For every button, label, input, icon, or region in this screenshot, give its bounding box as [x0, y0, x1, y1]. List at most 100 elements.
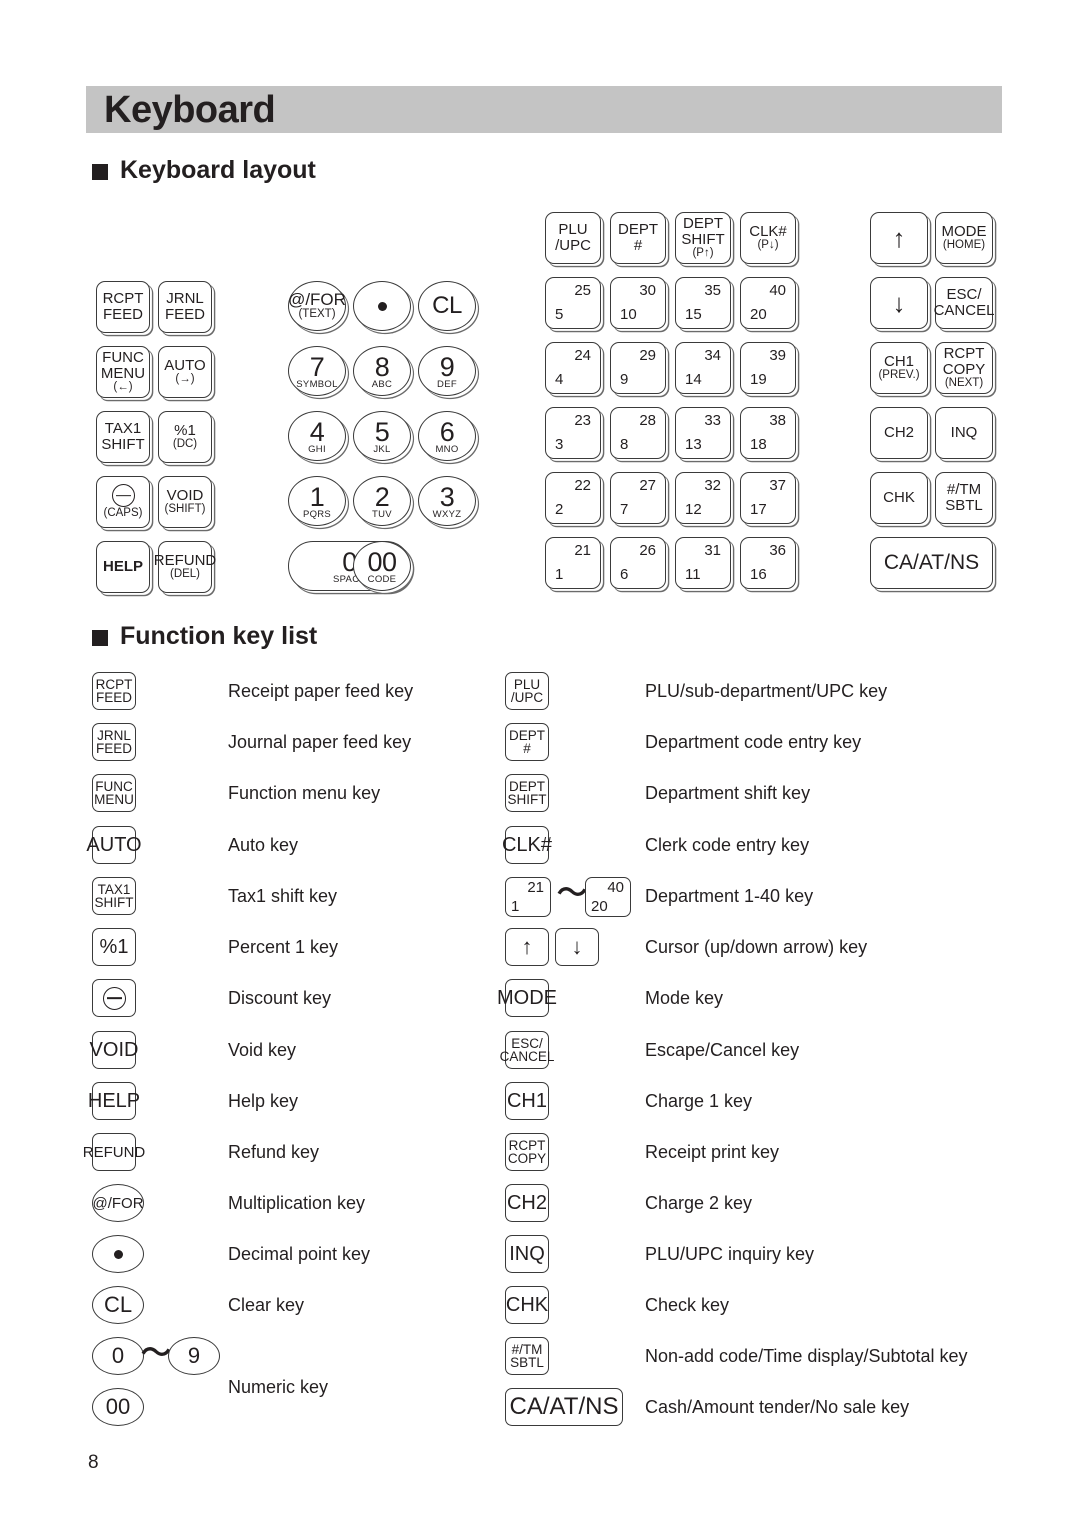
kb-key-void[interactable]: VOID (SHIFT) — [158, 476, 212, 528]
key-label: AUTO — [164, 356, 206, 374]
fkl-key-dept[interactable]: DEPT SHIFT — [505, 774, 549, 812]
fkl-key-arrow-up[interactable]: ↑ — [505, 928, 549, 966]
fkl-key-dot-icon[interactable] — [92, 1235, 144, 1273]
dot-icon — [113, 1249, 123, 1259]
kb-key-dept-20[interactable]: 40 20 — [740, 277, 796, 329]
key-label: REFUND — [153, 551, 217, 569]
kb-key-dept-7[interactable]: 27 7 — [610, 472, 666, 524]
fkl-key-dept[interactable]: DEPT # — [505, 723, 549, 761]
kb-key-chk[interactable]: CHK — [870, 472, 928, 524]
kb-key-dept-11[interactable]: 31 11 — [675, 537, 731, 589]
kb-key-rcpt-copy[interactable]: RCPT COPY (NEXT) — [935, 342, 993, 394]
kb-key-dept-9[interactable]: 29 9 — [610, 342, 666, 394]
kb-key-for[interactable]: @/FOR (TEXT) — [288, 281, 346, 331]
fkl-key-dept-1[interactable]: 21 1 — [505, 877, 551, 917]
kb-key-8[interactable]: 8 ABC — [353, 346, 411, 396]
kb-key-auto[interactable]: AUTO (→) — [158, 346, 212, 398]
fkl-key-tax1[interactable]: TAX1 SHIFT — [92, 877, 136, 915]
fkl-key-refund[interactable]: REFUND — [83, 1133, 145, 1171]
fkl-key-0[interactable]: 0 — [92, 1337, 144, 1375]
kb-key-cl[interactable]: CL — [418, 281, 476, 331]
fkl-key-mode[interactable]: MODE — [497, 979, 557, 1017]
kb-key-7[interactable]: 7 SYMBOL — [288, 346, 346, 396]
fkl-key-9[interactable]: 9 — [168, 1337, 220, 1375]
kb-key-dept-1[interactable]: 21 1 — [545, 537, 601, 589]
kb-key-plu-upc[interactable]: PLU/UPC — [545, 212, 601, 264]
kb-key-ch2[interactable]: CH2 — [870, 407, 928, 459]
kb-key-dept-6[interactable]: 26 6 — [610, 537, 666, 589]
kb-key-help[interactable]: HELP — [96, 541, 150, 593]
kb-key-1[interactable]: %1 (DC) — [158, 411, 212, 463]
kb-key-dept-shift[interactable]: DEPT SHIFT (P↑) — [675, 212, 731, 264]
kb-key-jrnl[interactable]: JRNL FEED — [158, 281, 212, 333]
kb-key-tm-sbtl[interactable]: #/TM SBTL — [935, 472, 993, 524]
kb-key-esc-cancel[interactable]: ESC/CANCEL — [934, 277, 994, 329]
fkl-key-ch2[interactable]: CH2 — [505, 1184, 549, 1222]
key-label: %1 — [99, 936, 129, 958]
kb-key-tax1[interactable]: TAX1 SHIFT — [96, 411, 150, 463]
fkl-key-auto[interactable]: AUTO — [86, 826, 142, 864]
kb-key-dept-16[interactable]: 36 16 — [740, 537, 796, 589]
kb-key-dept-17[interactable]: 37 17 — [740, 472, 796, 524]
kb-key-dept-10[interactable]: 30 10 — [610, 277, 666, 329]
fkl-key-help[interactable]: HELP — [88, 1082, 140, 1120]
fkl-key-cl[interactable]: CL — [92, 1286, 144, 1324]
fkl-key-clk[interactable]: CLK# — [502, 826, 552, 864]
kb-key-dept-5[interactable]: 25 5 — [545, 277, 601, 329]
fkl-key-rcpt[interactable]: RCPT FEED — [92, 672, 136, 710]
key-label: SHIFT — [507, 792, 547, 807]
fkl-key-1[interactable]: %1 — [92, 928, 136, 966]
kb-key-clk-[interactable]: CLK# (P↓) — [740, 212, 796, 264]
kb-key-rcpt[interactable]: RCPT FEED — [96, 281, 150, 333]
fkl-key-circled-minus-icon[interactable] — [92, 979, 136, 1017]
fkl-key-dept-20[interactable]: 40 20 — [585, 877, 631, 917]
kb-key-func[interactable]: FUNC MENU (←) — [96, 346, 150, 398]
fkl-key-ca-at-ns[interactable]: CA/AT/NS — [505, 1388, 623, 1426]
kb-key-dept-8[interactable]: 28 8 — [610, 407, 666, 459]
kb-key-dept[interactable]: DEPT # — [610, 212, 666, 264]
kb-key-dept-13[interactable]: 33 13 — [675, 407, 731, 459]
kb-key-4[interactable]: 4 GHI — [288, 411, 346, 461]
fkl-key-func[interactable]: FUNC MENU — [92, 774, 136, 812]
kb-key-dept-2[interactable]: 22 2 — [545, 472, 601, 524]
fkl-key-00[interactable]: 00 — [92, 1388, 144, 1426]
kb-key-arrow-up[interactable]: ↑ — [870, 212, 928, 264]
kb-key-dept-14[interactable]: 34 14 — [675, 342, 731, 394]
fkl-key-void[interactable]: VOID — [90, 1031, 138, 1069]
kb-key-dept-3[interactable]: 23 3 — [545, 407, 601, 459]
kb-key-6[interactable]: 6 MNO — [418, 411, 476, 461]
kb-key-refund[interactable]: REFUND (DEL) — [154, 541, 216, 593]
kb-key-5[interactable]: 5 JKL — [353, 411, 411, 461]
kb-key-dept-18[interactable]: 38 18 — [740, 407, 796, 459]
kb-key-dept-4[interactable]: 24 4 — [545, 342, 601, 394]
fkl-key-tm[interactable]: #/TM SBTL — [505, 1337, 549, 1375]
fkl-key-chk[interactable]: CHK — [505, 1286, 549, 1324]
kb-key-3[interactable]: 3 WXYZ — [418, 476, 476, 526]
kb-key-dept-15[interactable]: 35 15 — [675, 277, 731, 329]
kb-key-1[interactable]: 1 PQRS — [288, 476, 346, 526]
kb-key-mode[interactable]: MODE (HOME) — [935, 212, 993, 264]
kb-key-circled-minus-icon[interactable]: (CAPS) — [96, 476, 150, 528]
fkl-key-jrnl[interactable]: JRNL FEED — [92, 723, 136, 761]
fkl-key-arrow-down[interactable]: ↓ — [555, 928, 599, 966]
kb-key-ca-at-ns[interactable]: CA/AT/NS — [870, 537, 993, 589]
kb-key-dot-icon[interactable] — [353, 281, 411, 331]
kb-key-inq[interactable]: INQ — [935, 407, 993, 459]
fkl-key-esc[interactable]: ESC/CANCEL — [500, 1031, 554, 1069]
arrow-up-icon: ↑ — [892, 223, 906, 253]
kb-key-arrow-down[interactable]: ↓ — [870, 277, 928, 329]
key-label: 1 — [309, 481, 325, 512]
fkl-key-for[interactable]: @/FOR — [92, 1184, 144, 1222]
kb-key-00[interactable]: 00 CODE — [353, 541, 411, 591]
fkl-key-inq[interactable]: INQ — [505, 1235, 549, 1273]
kb-key-dept-19[interactable]: 39 19 — [740, 342, 796, 394]
kb-key-ch1[interactable]: CH1 (PREV.) — [870, 342, 928, 394]
fkl-key-ch1[interactable]: CH1 — [505, 1082, 549, 1120]
kb-key-2[interactable]: 2 TUV — [353, 476, 411, 526]
kb-key-dept-12[interactable]: 32 12 — [675, 472, 731, 524]
kb-key-9[interactable]: 9 DEF — [418, 346, 476, 396]
fkl-description: Cursor (up/down arrow) key — [645, 937, 868, 957]
fkl-description: Function menu key — [228, 783, 381, 803]
fkl-key-plu[interactable]: PLU/UPC — [505, 672, 549, 710]
fkl-key-rcpt[interactable]: RCPT COPY — [505, 1133, 549, 1171]
